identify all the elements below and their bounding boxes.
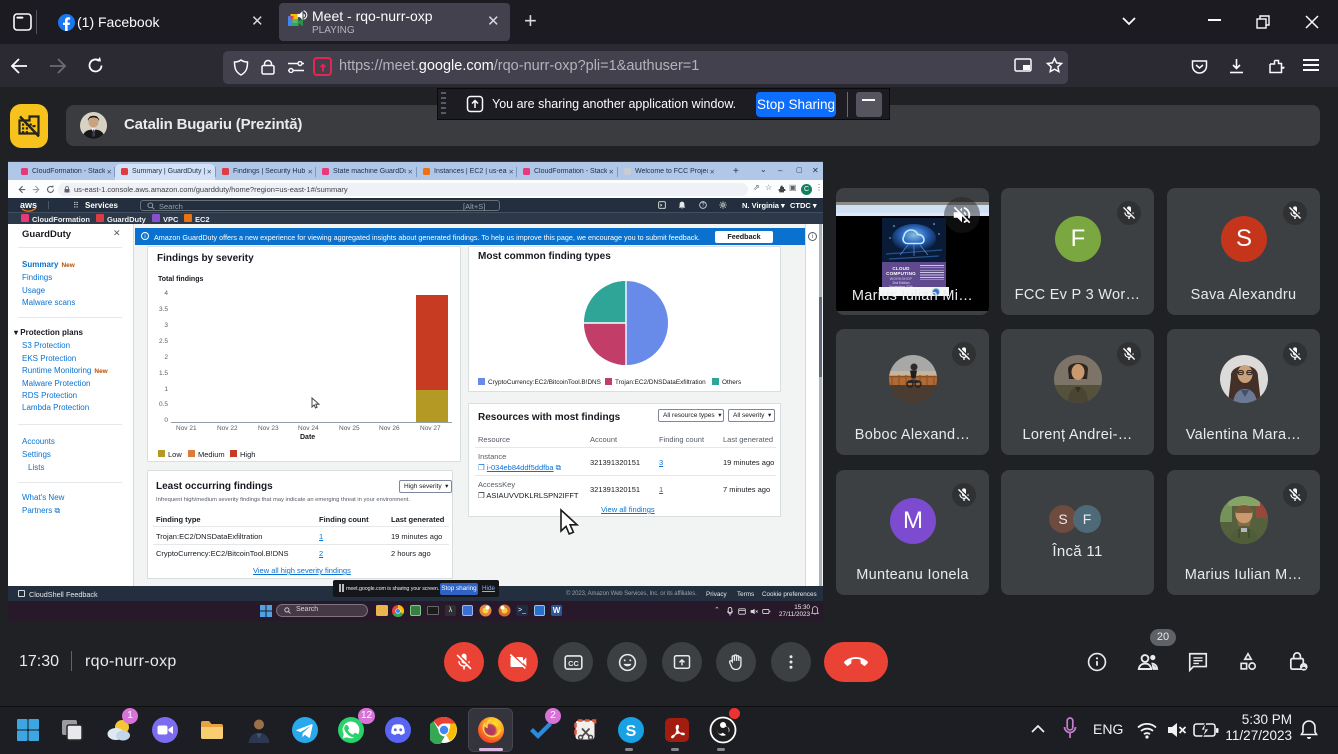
svg-text:S: S [626,723,637,740]
svg-text:?: ? [702,203,705,209]
svg-text:CC: CC [568,658,579,667]
